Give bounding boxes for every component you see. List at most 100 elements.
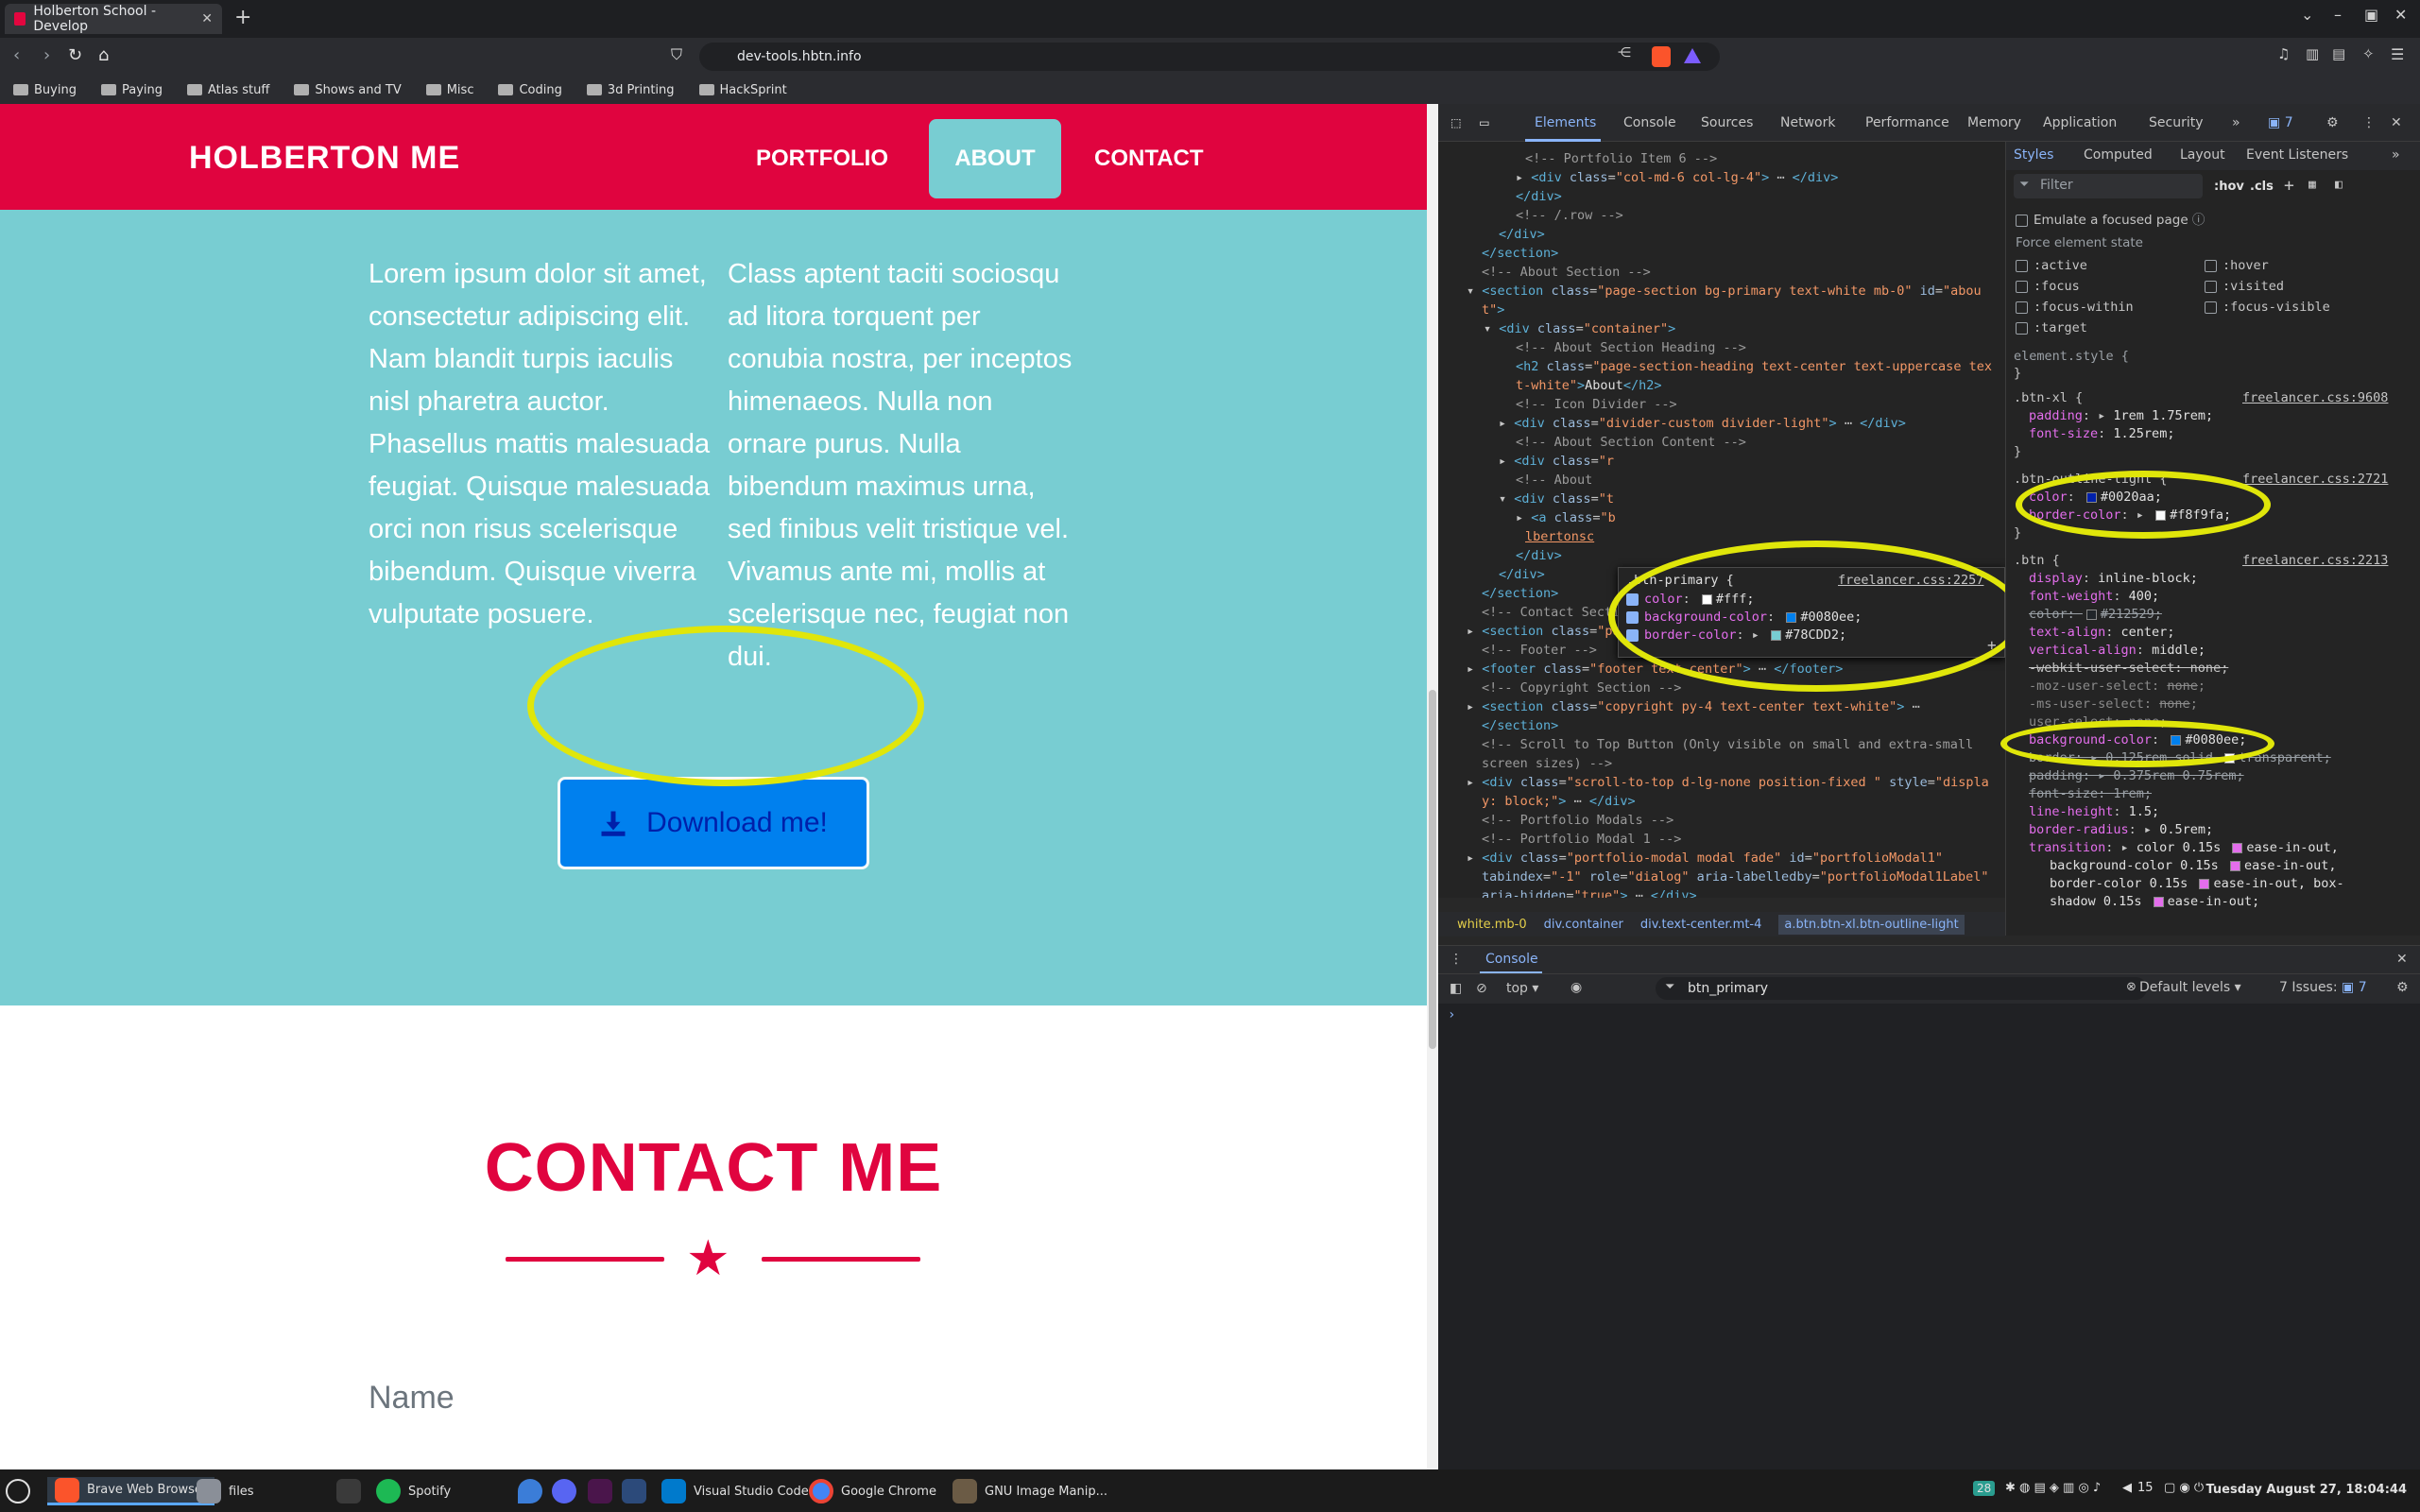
state-focus[interactable]: :focus — [2034, 279, 2080, 294]
bookmark-folder[interactable]: Paying — [100, 83, 163, 97]
home-icon[interactable]: ⌂ — [98, 45, 109, 65]
styles-filter-input[interactable]: Filter — [2014, 174, 2203, 198]
brave-shields-icon[interactable] — [1652, 46, 1671, 67]
tab-application[interactable]: Application — [2043, 115, 2117, 130]
tab-styles[interactable]: Styles — [2014, 147, 2053, 163]
site-brand[interactable]: HOLBERTON ME — [189, 140, 460, 177]
share-icon[interactable]: ⋲ — [1618, 45, 1631, 60]
new-rule-icon[interactable]: + — [2284, 176, 2294, 196]
terminal-icon[interactable] — [336, 1479, 361, 1503]
tray-badge[interactable]: 28 — [1973, 1481, 1996, 1496]
close-drawer-icon[interactable]: ✕ — [2396, 952, 2408, 967]
slack-icon[interactable] — [588, 1479, 612, 1503]
bookmark-icon[interactable]: ⛉ — [671, 45, 682, 64]
settings-gear-icon[interactable]: ⚙ — [2326, 115, 2339, 130]
cls-toggle[interactable]: .cls — [2250, 180, 2274, 194]
bookmark-folder[interactable]: 3d Printing — [586, 83, 675, 97]
start-menu-icon[interactable] — [6, 1479, 30, 1503]
toggle-sidebar-icon[interactable]: ◧ — [2335, 178, 2343, 192]
hov-toggle[interactable]: :hov — [2214, 180, 2244, 194]
tray-icons[interactable]: ✱ ◍ ▤ ◈ ▥ ◎ ♪ — [2005, 1481, 2101, 1495]
nav-about[interactable]: ABOUT — [929, 119, 1061, 198]
download-button[interactable]: Download me! — [558, 777, 869, 869]
state-active[interactable]: :active — [2034, 258, 2087, 273]
tab-computed[interactable]: Computed — [2084, 147, 2153, 163]
drawer-menu-icon[interactable]: ⋮ — [1450, 952, 1463, 967]
breadcrumb-item[interactable]: white.mb-0 — [1457, 918, 1527, 932]
chevron-down-icon[interactable]: ⌄ — [2301, 6, 2313, 24]
reload-icon[interactable]: ↻ — [68, 45, 82, 65]
issues-badge[interactable]: ▣ 7 — [2268, 115, 2293, 130]
close-tab-icon[interactable]: ✕ — [201, 11, 213, 26]
discord-icon[interactable] — [552, 1479, 576, 1503]
browser-tab[interactable]: Holberton School - Develop ✕ — [5, 4, 222, 34]
elements-tree[interactable]: <!-- Portfolio Item 6 --> ▸ <div class="… — [1438, 142, 2005, 898]
bookmark-folder[interactable]: HackSprint — [698, 83, 787, 97]
wallet-icon[interactable]: ▤ — [2332, 45, 2345, 62]
sidebar-icon[interactable]: ▥ — [2306, 45, 2319, 62]
bookmark-folder[interactable]: Misc — [425, 83, 473, 97]
state-hover[interactable]: :hover — [2223, 258, 2269, 273]
url-bar[interactable]: dev-tools.hbtn.info — [699, 43, 1720, 71]
bookmark-folder[interactable]: Buying — [13, 83, 77, 97]
tab-security[interactable]: Security — [2149, 115, 2204, 130]
inspect-icon[interactable]: ⬚ — [1451, 113, 1461, 131]
brave-rewards-icon[interactable] — [1684, 48, 1701, 63]
clear-console-icon[interactable]: ⊘ — [1476, 981, 1487, 996]
maximize-icon[interactable]: ▣ — [2364, 6, 2378, 24]
drawer-tab-console[interactable]: Console — [1485, 952, 1538, 967]
drop-icon[interactable] — [518, 1479, 542, 1503]
tab-network[interactable]: Network — [1780, 115, 1835, 130]
issues-link[interactable]: 7 Issues: ▣ 7 — [2279, 980, 2367, 995]
clear-filter-icon[interactable]: ⊗ — [2126, 980, 2137, 994]
new-tab-icon[interactable]: + — [234, 6, 251, 29]
state-focus-within[interactable]: :focus-within — [2034, 300, 2134, 315]
state-focus-visible[interactable]: :focus-visible — [2223, 300, 2330, 315]
console-settings-icon[interactable]: ⚙ — [2396, 980, 2409, 995]
taskbar-chrome[interactable]: Google Chrome — [801, 1477, 944, 1505]
page-scrollbar-thumb[interactable] — [1429, 690, 1436, 1049]
breadcrumb-item[interactable]: div.container — [1544, 918, 1623, 932]
bookmark-folder[interactable]: Coding — [498, 83, 562, 97]
device-toolbar-icon[interactable]: ▭ — [1480, 113, 1489, 131]
bookmark-folder[interactable]: Atlas stuff — [187, 83, 269, 97]
context-select[interactable]: top ▾ — [1506, 981, 1538, 996]
breadcrumb-item[interactable]: a.btn.btn-xl.btn-outline-light — [1778, 914, 1965, 935]
state-visited[interactable]: :visited — [2223, 279, 2284, 294]
console-filter-input[interactable]: ⏷ btn_primary ⊗ — [1656, 977, 2147, 1000]
close-devtools-icon[interactable]: ✕ — [2391, 115, 2402, 130]
breadcrumb-item[interactable]: div.text-center.mt-4 — [1640, 918, 1762, 932]
more-panes-icon[interactable]: » — [2392, 147, 2400, 163]
taskbar-files[interactable]: files — [189, 1477, 262, 1505]
tab-sources[interactable]: Sources — [1701, 115, 1753, 130]
help-icon[interactable]: ⓘ — [2192, 213, 2205, 228]
bookmark-folder[interactable]: Shows and TV — [294, 83, 402, 97]
volume-icon[interactable]: ◀ — [2122, 1481, 2132, 1495]
console-output[interactable]: › — [1438, 1004, 2420, 1469]
tray-extra-icons[interactable]: ▢ ◉ ⏻ — [2164, 1481, 2204, 1495]
console-sidebar-icon[interactable]: ◧ — [1450, 981, 1462, 996]
nav-portfolio[interactable]: PORTFOLIO — [756, 146, 888, 172]
nav-contact[interactable]: CONTACT — [1094, 146, 1204, 172]
tab-layout[interactable]: Layout — [2180, 147, 2225, 163]
live-expression-icon[interactable]: ◉ — [1570, 980, 1582, 995]
clock[interactable]: Tuesday August 27, 18:04:44 — [2205, 1483, 2407, 1497]
back-icon[interactable]: ‹ — [13, 45, 20, 65]
tab-performance[interactable]: Performance — [1865, 115, 1949, 130]
wireshark-icon[interactable] — [622, 1479, 646, 1503]
media-icon[interactable]: ♫ — [2277, 45, 2290, 62]
minimize-icon[interactable]: – — [2334, 6, 2342, 24]
taskbar-vscode[interactable]: Visual Studio Code — [654, 1477, 816, 1505]
leo-icon[interactable]: ✧ — [2362, 45, 2375, 62]
close-window-icon[interactable]: ✕ — [2394, 6, 2407, 24]
menu-icon[interactable]: ☰ — [2391, 45, 2404, 63]
levels-dropdown[interactable]: Default levels ▾ — [2139, 980, 2241, 995]
tab-memory[interactable]: Memory — [1967, 115, 2021, 130]
taskbar-spotify[interactable]: Spotify — [369, 1477, 458, 1505]
tab-console[interactable]: Console — [1623, 115, 1676, 130]
tab-elements[interactable]: Elements — [1535, 115, 1596, 130]
state-target[interactable]: :target — [2034, 320, 2087, 335]
more-tabs-icon[interactable]: » — [2232, 115, 2240, 130]
tab-event-listeners[interactable]: Event Listeners — [2246, 147, 2348, 163]
kebab-menu-icon[interactable]: ⋮ — [2362, 115, 2376, 130]
